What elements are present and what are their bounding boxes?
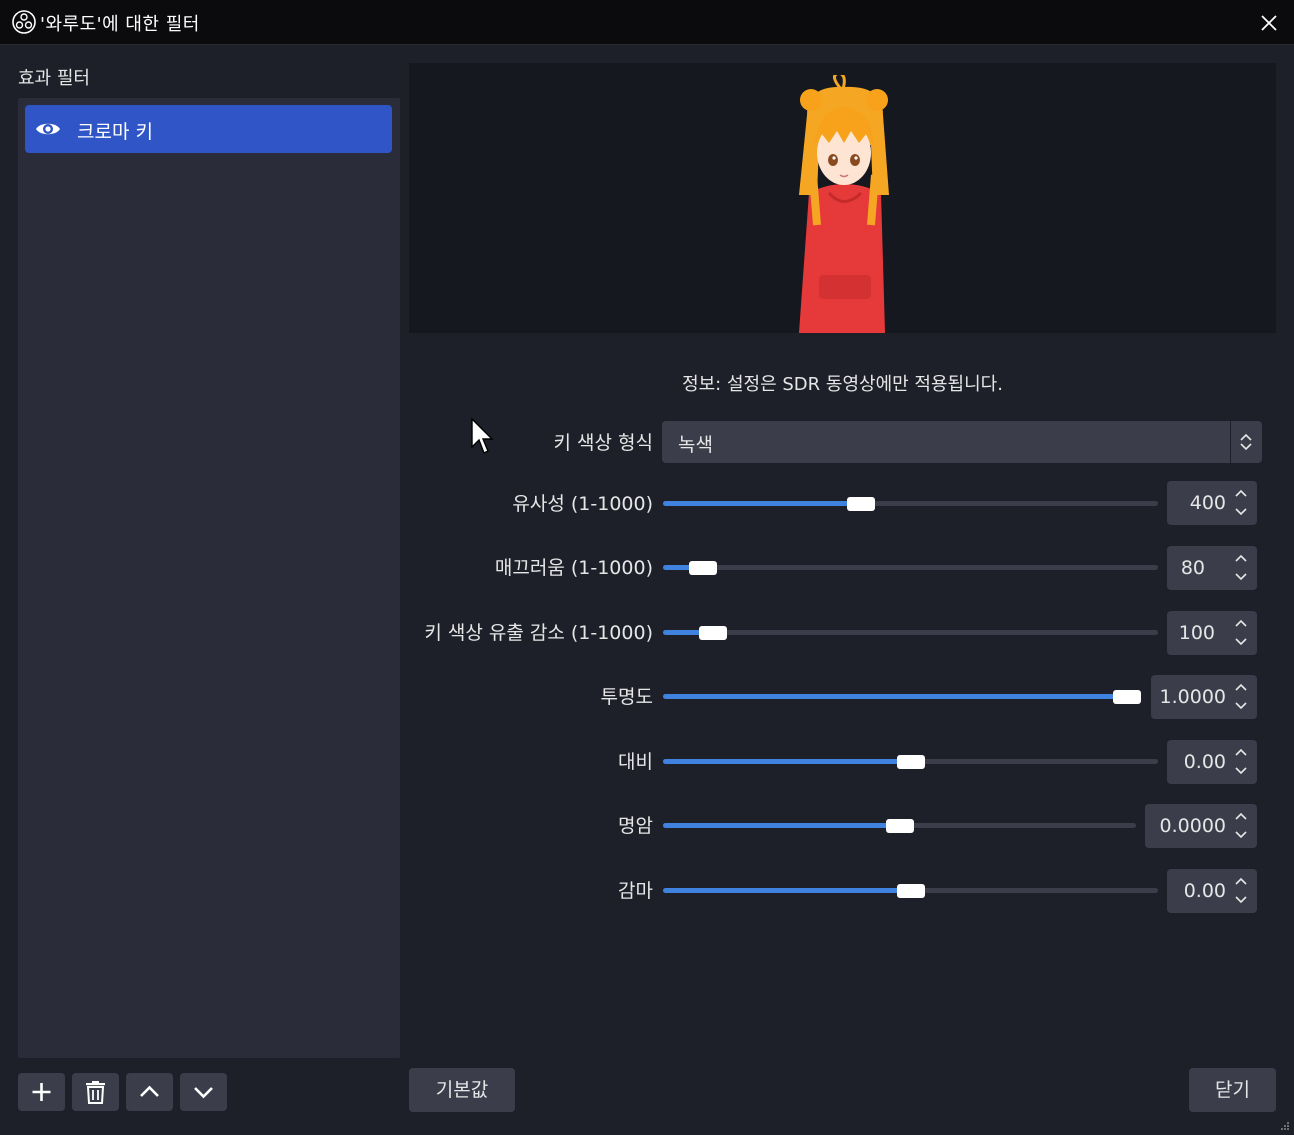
up-down-arrows-icon (1240, 433, 1252, 451)
chevron-down-icon[interactable] (1234, 895, 1248, 905)
slider-handle[interactable] (896, 755, 925, 769)
obs-logo-icon (12, 10, 36, 34)
chevron-down-icon[interactable] (1234, 572, 1248, 582)
spill-reduction-label: 키 색상 유출 감소 (1-1000) (424, 622, 653, 644)
chevron-down-icon[interactable] (1234, 637, 1248, 647)
chevron-up-icon[interactable] (1234, 488, 1248, 498)
close-button[interactable]: 닫기 (1189, 1068, 1276, 1112)
filter-item-label: 크로마 키 (77, 121, 153, 143)
opacity-spinbox[interactable]: 1.0000 (1151, 675, 1257, 719)
chevron-down-icon[interactable] (1234, 701, 1248, 711)
chevron-down-icon[interactable] (1234, 830, 1248, 840)
chevron-up-icon[interactable] (1234, 876, 1248, 886)
similarity-slider[interactable] (663, 494, 1158, 514)
slider-handle[interactable] (688, 561, 717, 575)
slider-handle[interactable] (847, 497, 875, 511)
gamma-slider[interactable] (663, 881, 1158, 901)
chevron-up-icon[interactable] (1234, 553, 1248, 563)
gamma-spinbox[interactable]: 0.00 (1167, 869, 1257, 913)
spill-reduction-slider[interactable] (663, 623, 1158, 643)
key-color-type-value: 녹색 (678, 434, 713, 456)
filter-item-chroma-key[interactable]: 크로마 키 (25, 105, 392, 153)
contrast-spinbox[interactable]: 0.00 (1167, 740, 1257, 784)
remove-filter-button[interactable] (72, 1073, 119, 1111)
gamma-label: 감마 (618, 880, 653, 902)
chevron-down-icon[interactable] (1234, 507, 1248, 517)
opacity-label: 투명도 (600, 686, 653, 708)
move-filter-up-button[interactable] (126, 1073, 173, 1111)
defaults-button[interactable]: 기본값 (409, 1068, 515, 1112)
slider-handle[interactable] (896, 884, 925, 898)
sdr-info-text: 정보: 설정은 SDR 동영상에만 적용됩니다. (682, 374, 1003, 395)
brightness-label: 명암 (618, 815, 653, 837)
spill-reduction-spinbox[interactable]: 100 (1167, 611, 1257, 655)
close-window-button[interactable] (1254, 8, 1284, 38)
chevron-up-icon[interactable] (1234, 682, 1248, 692)
window-title: '와루도'에 대한 필터 (40, 14, 200, 35)
similarity-label: 유사성 (1-1000) (512, 493, 653, 515)
brightness-value: 0.0000 (1159, 815, 1226, 837)
smoothness-value: 80 (1180, 557, 1205, 579)
source-preview (409, 63, 1276, 333)
contrast-value: 0.00 (1183, 751, 1226, 773)
eye-icon[interactable] (35, 119, 61, 139)
opacity-slider[interactable] (663, 687, 1141, 707)
spill-reduction-value: 100 (1178, 622, 1215, 644)
opacity-value: 1.0000 (1159, 686, 1226, 708)
similarity-value: 400 (1189, 492, 1226, 514)
add-icon (32, 1083, 51, 1101)
mouse-pointer-icon (471, 417, 494, 454)
trash-icon (86, 1081, 105, 1104)
add-filter-button[interactable] (18, 1073, 65, 1111)
effect-filters-label: 효과 필터 (18, 68, 90, 89)
combo-separator (1230, 421, 1231, 463)
smoothness-slider[interactable] (663, 558, 1158, 578)
title-bar: '와루도'에 대한 필터 (0, 0, 1294, 45)
chevron-up-icon[interactable] (1234, 811, 1248, 821)
slider-handle[interactable] (1113, 690, 1141, 704)
chevron-up-icon (140, 1085, 159, 1097)
gamma-value: 0.00 (1183, 880, 1226, 902)
key-color-type-label: 키 색상 형식 (553, 432, 653, 454)
contrast-slider[interactable] (663, 752, 1158, 772)
brightness-slider[interactable] (663, 816, 1136, 836)
close-icon (1261, 15, 1277, 31)
resize-grip-icon[interactable] (1280, 1121, 1290, 1131)
contrast-label: 대비 (618, 751, 653, 773)
chevron-down-icon (194, 1087, 213, 1099)
smoothness-label: 매끄러움 (1-1000) (494, 557, 653, 579)
filter-list[interactable]: 크로마 키 (18, 98, 400, 1058)
avatar-character-image (799, 75, 889, 333)
smoothness-spinbox[interactable]: 80 (1167, 546, 1257, 590)
slider-handle[interactable] (698, 626, 727, 640)
similarity-spinbox[interactable]: 400 (1167, 481, 1257, 525)
chevron-down-icon[interactable] (1234, 766, 1248, 776)
key-color-type-select[interactable]: 녹색 (662, 421, 1262, 463)
chevron-up-icon[interactable] (1234, 618, 1248, 628)
chevron-up-icon[interactable] (1234, 747, 1248, 757)
slider-handle[interactable] (885, 819, 914, 833)
brightness-spinbox[interactable]: 0.0000 (1145, 804, 1257, 848)
move-filter-down-button[interactable] (180, 1073, 227, 1111)
